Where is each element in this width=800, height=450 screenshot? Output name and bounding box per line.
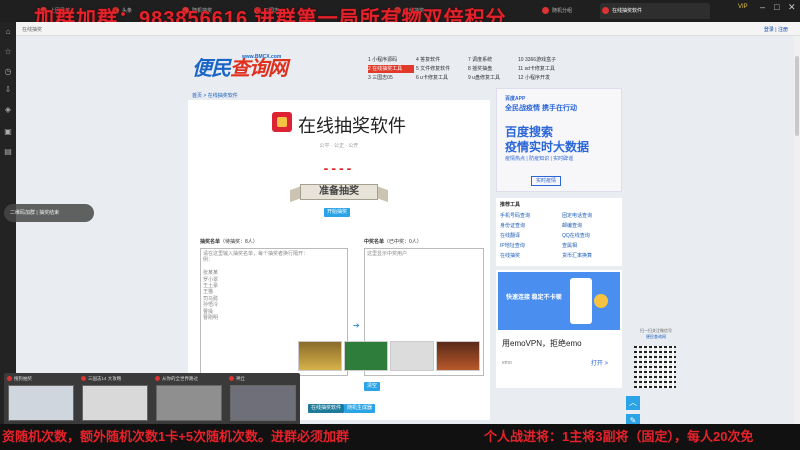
- stream-bottom-banner: 资随机次数，额外随机次数1卡+5次随机次数。进群必须加群 个人战进将：1主将3副…: [0, 424, 800, 450]
- ad-button[interactable]: 实时疫情: [531, 176, 561, 186]
- nav-link[interactable]: 9 u盘修复工具: [468, 74, 514, 82]
- taskbar-window[interactable]: 神丘: [228, 375, 298, 423]
- tool-link[interactable]: 身份证查询: [500, 222, 525, 229]
- vpn-ad[interactable]: 快速连接 稳定不卡顿 用emoVPN，拒绝emo emo 打开 >: [496, 270, 622, 388]
- ad-caption: 用emoVPN，拒绝emo: [502, 339, 582, 348]
- status-ribbon: 准备抽奖: [290, 182, 388, 204]
- history-icon[interactable]: ◷: [4, 68, 12, 76]
- draw-result: ----: [323, 160, 355, 176]
- close-icon[interactable]: ✕: [788, 2, 796, 13]
- nav-link[interactable]: 3 三国志05: [368, 74, 414, 82]
- nav-link[interactable]: 4 答复软件: [416, 56, 462, 64]
- ad-source: emo: [502, 360, 512, 366]
- nav-link[interactable]: 8 摇奖抽盘: [468, 65, 514, 73]
- clear-winners-button[interactable]: 清空: [364, 382, 381, 391]
- window-thumbnail: [156, 385, 222, 421]
- tool-link[interactable]: 在线翻译: [500, 232, 520, 239]
- maximize-icon[interactable]: □: [774, 2, 779, 12]
- usb-drive-image[interactable]: [390, 341, 434, 371]
- bottom-banner-right: 个人战进将：1主将3副将（固定），每人20次免: [484, 429, 754, 444]
- nav-link[interactable]: 7 调度系统: [468, 56, 514, 64]
- ad-slogan: 全民战疫情 携手在行动: [505, 105, 577, 112]
- baidu-ad[interactable]: 百度APP 全民战疫情 携手在行动 百度搜索 疫情实时大数据 疫情热点 | 防疫…: [496, 88, 622, 192]
- related-images: [146, 341, 486, 371]
- start-draw-button[interactable]: 开始抽奖: [324, 208, 351, 217]
- tool-link[interactable]: 固定电话查询: [562, 212, 592, 219]
- ad-tags: 疫情热点 | 防疫知识 | 实时辟谣: [505, 156, 574, 162]
- tab-favicon-icon: [602, 7, 609, 14]
- page-scrollbar[interactable]: [794, 36, 800, 450]
- browser-tab-active[interactable]: 在线抽奖软件: [600, 3, 710, 19]
- related-link[interactable]: 在线抽奖软件: [308, 404, 345, 413]
- related-link[interactable]: 随机生成器: [344, 404, 376, 413]
- gold-bars-image[interactable]: [298, 341, 342, 371]
- bag-icon[interactable]: ▣: [4, 128, 12, 136]
- window-thumbnail: [230, 385, 296, 421]
- wechat-image[interactable]: [344, 341, 388, 371]
- tool-link[interactable]: 手机号码查询: [500, 212, 530, 219]
- vip-badge[interactable]: VIP: [738, 4, 748, 10]
- download-icon[interactable]: ⇩: [4, 86, 12, 94]
- nav-link[interactable]: 10 3366游戏盒子: [518, 56, 564, 64]
- qr-section: 扫一扫关注微信号 便民查询网: [626, 328, 686, 392]
- arrow-right-icon: ➔: [353, 321, 360, 330]
- window-thumbnail: [8, 385, 74, 421]
- nav-link[interactable]: 11 sd卡修复工具: [518, 65, 564, 73]
- qr-caption: 便民查询网: [646, 334, 666, 339]
- cart-icon[interactable]: ▤: [4, 148, 12, 156]
- ad-image: 快速连接 稳定不卡顿: [498, 272, 620, 330]
- nav-link-active[interactable]: 2 在线抽奖工具: [368, 65, 414, 73]
- ad-headline: 疫情实时大数据: [505, 140, 590, 154]
- page-subtitle: 公平 · 公正 · 公开: [319, 143, 359, 149]
- ad-open-link[interactable]: 打开 >: [591, 358, 608, 367]
- candidate-list-label: 抽奖名单（待抽奖：8人）: [200, 239, 258, 245]
- nav-link[interactable]: 12 小程序开发: [518, 74, 564, 82]
- page-toolbar: 在线抽奖 登录 | 注册: [16, 22, 800, 36]
- minimize-icon[interactable]: –: [760, 2, 765, 12]
- ribbon-label: 准备抽奖: [300, 184, 378, 200]
- tool-link[interactable]: 在线抽奖: [500, 252, 520, 259]
- right-sidebar: 百度APP 全民战疫情 携手在行动 百度搜索 疫情实时大数据 疫情热点 | 防疫…: [496, 88, 622, 428]
- star-icon[interactable]: ☆: [4, 48, 12, 56]
- toolbar-left-text: 在线抽奖: [22, 27, 43, 33]
- browser-tab[interactable]: 随机分组: [540, 3, 588, 19]
- scroll-up-icon[interactable]: ︿: [626, 396, 640, 410]
- game-character-image[interactable]: [436, 341, 480, 371]
- game-icon[interactable]: ◈: [4, 106, 12, 114]
- bottom-banner-left: 资随机次数，额外随机次数1卡+5次随机次数。进群必须加群: [2, 429, 350, 444]
- page-title: 在线抽奖软件: [298, 116, 406, 136]
- gift-icon: [272, 112, 292, 132]
- site-url: www.BMCX.com: [242, 54, 282, 60]
- nav-link[interactable]: 1 小程序源码: [368, 56, 414, 64]
- tool-link[interactable]: 邮编查询: [562, 222, 582, 229]
- lottery-app: 在线抽奖软件 公平 · 公正 · 公开 ---- 准备抽奖 开始抽奖 抽奖名单（…: [188, 100, 490, 420]
- site-header: 便民查询网 www.BMCX.com 1 小程序源码 4 答复软件 7 调度系统…: [186, 36, 636, 88]
- tool-link[interactable]: IP地址查询: [500, 242, 525, 249]
- taskbar-window[interactable]: 从你的全世界路过: [154, 375, 224, 423]
- overlay-pill: 二维码加群 | 抽奖结束: [4, 204, 94, 222]
- ad-image-text: 快速连接 稳定不卡顿: [506, 295, 562, 301]
- home-icon[interactable]: ⌂: [4, 28, 12, 36]
- recommended-tools: 推荐工具 手机号码查询 固定电话查询 身份证查询 邮编查询 在线翻译 QQ在线查…: [496, 198, 622, 266]
- window-thumbnail: [82, 385, 148, 421]
- ad-brand: 百度APP: [505, 96, 526, 102]
- breadcrumb[interactable]: 首页 > 在线抽奖软件: [192, 92, 238, 99]
- taskbar-window[interactable]: 三国志14 大攻略: [80, 375, 150, 423]
- tab-favicon-icon: [542, 7, 549, 14]
- winner-list-label: 中奖名单（已中奖：0人）: [364, 239, 422, 245]
- nav-link[interactable]: 5 文件修复软件: [416, 65, 462, 73]
- tool-link[interactable]: QQ在线查询: [562, 232, 590, 239]
- taskbar-window[interactable]: 搜狗抽奖: [6, 375, 76, 423]
- login-link[interactable]: 登录 | 注册: [764, 26, 788, 33]
- tool-link[interactable]: 查属相: [562, 242, 577, 249]
- tool-link[interactable]: 货币汇率换算: [562, 252, 592, 259]
- tools-title: 推荐工具: [500, 202, 521, 208]
- taskbar-previews: 搜狗抽奖 三国志14 大攻略 从你的全世界路过 神丘: [4, 373, 300, 425]
- nav-link[interactable]: 6 u卡修复工具: [416, 74, 462, 82]
